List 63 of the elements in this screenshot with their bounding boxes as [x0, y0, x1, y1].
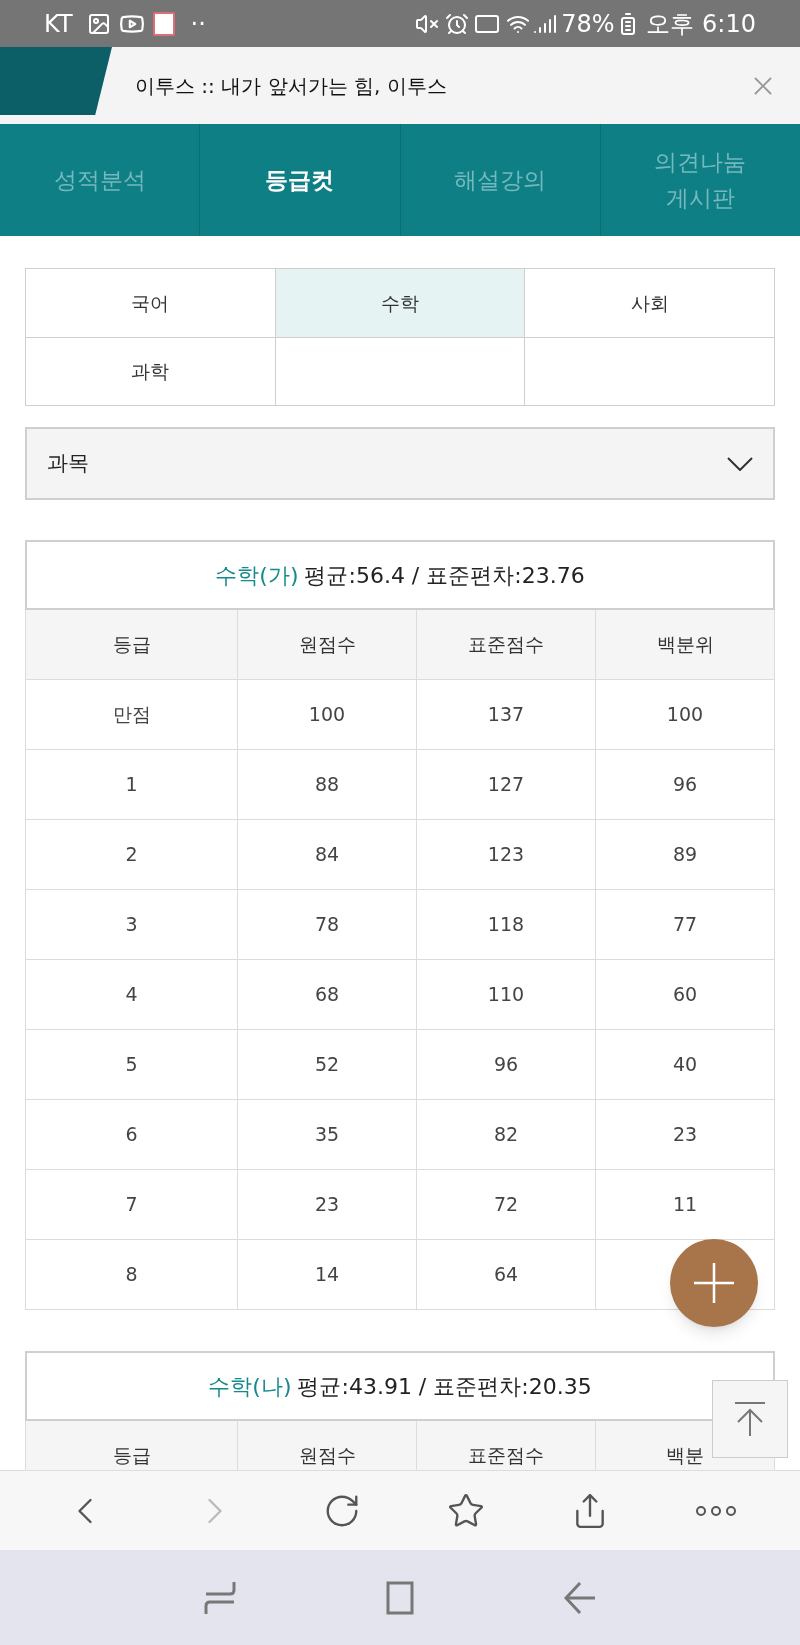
- table-cell: 137: [416, 680, 595, 750]
- table-cell: 77: [595, 890, 775, 960]
- image-icon: [86, 11, 111, 36]
- table-cell: 7: [25, 1170, 237, 1240]
- table-cell: 82: [416, 1100, 595, 1170]
- table-cell: 64: [416, 1240, 595, 1310]
- chevron-down-icon: [727, 456, 753, 471]
- column-header: 원점수: [237, 1421, 416, 1470]
- table-cell: 88: [237, 750, 416, 820]
- column-header: 등급: [25, 610, 237, 680]
- table-cell: 4: [25, 960, 237, 1030]
- more-notifications-text: ··: [190, 8, 206, 40]
- plus-icon: [694, 1263, 734, 1303]
- clock-text: 오후 6:10: [646, 8, 756, 40]
- table-cell: 96: [416, 1030, 595, 1100]
- home-icon[interactable]: [384, 1580, 416, 1615]
- column-header: 원점수: [237, 610, 416, 680]
- table-cell: 89: [595, 820, 775, 890]
- column-header: 표준점수: [416, 1421, 595, 1470]
- nav-tab[interactable]: 등급컷: [199, 124, 400, 236]
- table-cell: 11: [595, 1170, 775, 1240]
- table-cell: 5: [25, 1030, 237, 1100]
- subject-tab[interactable]: 수학: [274, 269, 525, 337]
- table-cell: 72: [416, 1170, 595, 1240]
- table-cell: 35: [237, 1100, 416, 1170]
- table-cell: 123: [416, 820, 595, 890]
- table-cell: 23: [237, 1170, 416, 1240]
- table-cell: 100: [237, 680, 416, 750]
- subject-dropdown[interactable]: 과목: [25, 427, 775, 500]
- table-cell: 110: [416, 960, 595, 1030]
- table-cell: 68: [237, 960, 416, 1030]
- table-cell: 96: [595, 750, 775, 820]
- star-icon[interactable]: [447, 1491, 485, 1530]
- arrow-up-to-line-icon: [735, 1402, 765, 1436]
- alarm-icon: [445, 11, 470, 36]
- table-cell: 118: [416, 890, 595, 960]
- table-cell: 127: [416, 750, 595, 820]
- recent-apps-icon[interactable]: [204, 1579, 236, 1616]
- table-cell: 52: [237, 1030, 416, 1100]
- battery-text: 78%: [561, 8, 615, 40]
- table-cell: 만점: [25, 680, 237, 750]
- table-cell: 2: [25, 820, 237, 890]
- table-title: 수학(가) 평균:56.4 / 표준편차:23.76: [25, 540, 775, 610]
- more-icon[interactable]: [695, 1504, 737, 1517]
- table-cell: 40: [595, 1030, 775, 1100]
- table-cell: 14: [237, 1240, 416, 1310]
- table-cell: 60: [595, 960, 775, 1030]
- column-header: 백분위: [595, 610, 775, 680]
- column-header: 표준점수: [416, 610, 595, 680]
- memo-icon: [152, 11, 175, 36]
- table-cell: 23: [595, 1100, 775, 1170]
- table-cell: 8: [25, 1240, 237, 1310]
- table-cell: 100: [595, 680, 775, 750]
- table-cell: 78: [237, 890, 416, 960]
- table-cell: 3: [25, 890, 237, 960]
- table-title: 수학(나) 평균:43.91 / 표준편차:20.35: [25, 1351, 775, 1421]
- table-cell: 6: [25, 1100, 237, 1170]
- column-header: 등급: [25, 1421, 237, 1470]
- carrier-text: KT: [44, 8, 73, 40]
- table-cell: 1: [25, 750, 237, 820]
- page-title: 이투스 :: 내가 앞서가는 힘, 이투스: [135, 72, 447, 100]
- scroll-top-button[interactable]: [712, 1380, 788, 1458]
- table-cell: 84: [237, 820, 416, 890]
